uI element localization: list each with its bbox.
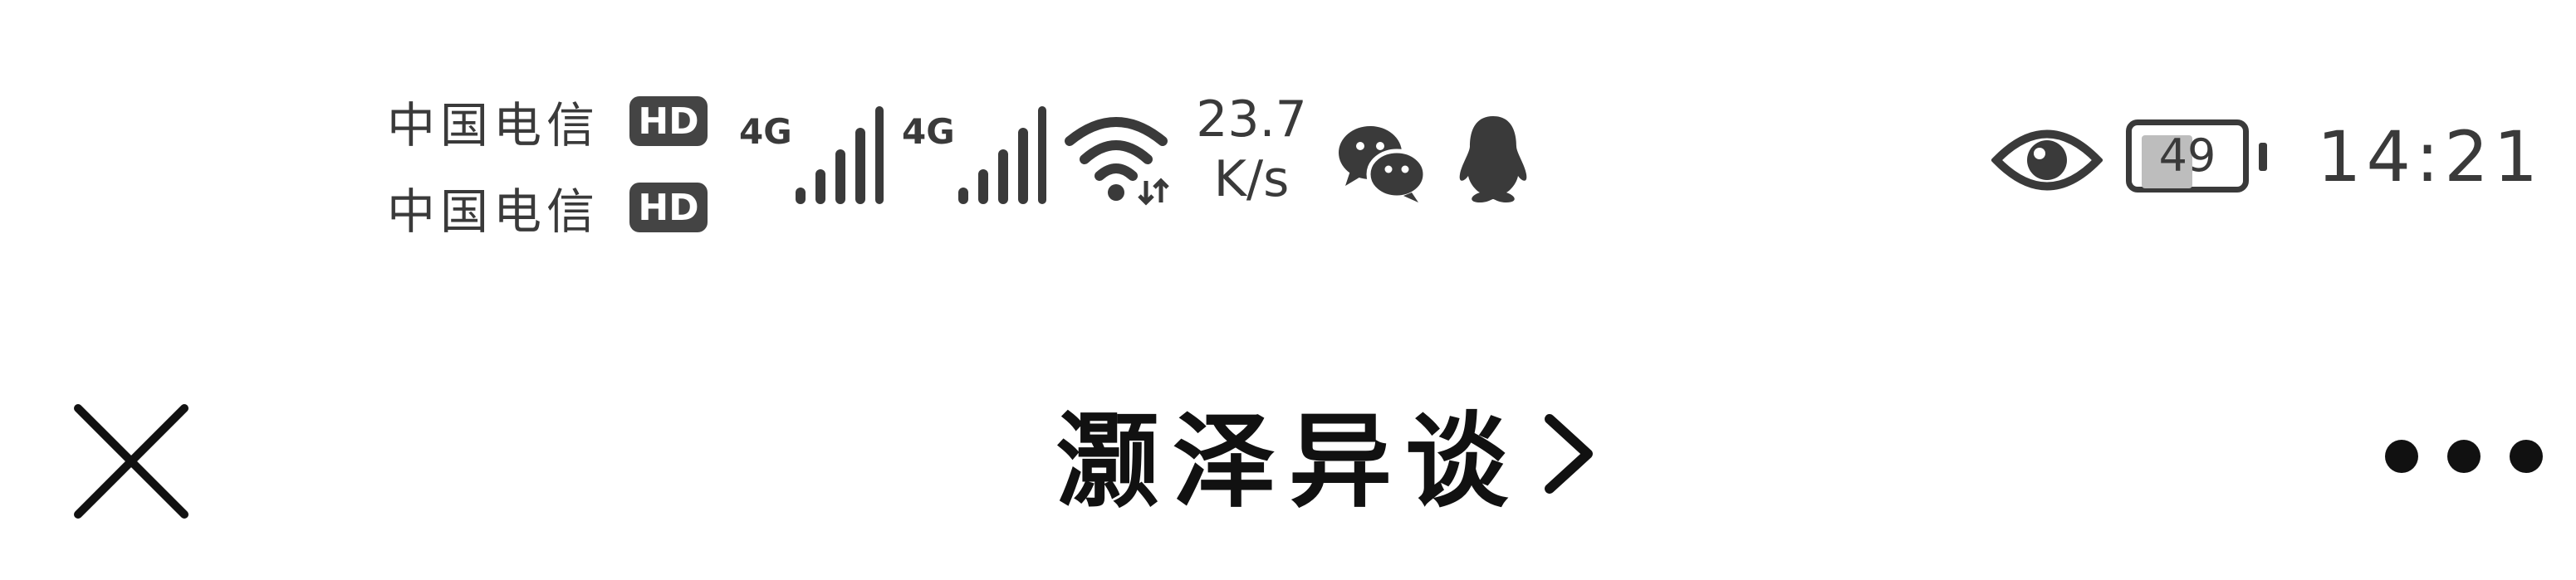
carrier-block: 中国电信 HD 中国电信 HD	[387, 88, 719, 261]
wechat-icon	[1339, 126, 1428, 202]
status-time: 14:21	[2317, 116, 2544, 197]
carrier-name: 中国电信	[387, 183, 600, 240]
carrier-row-2: 中国电信 HD	[387, 174, 719, 241]
more-icon	[2385, 440, 2418, 473]
close-button[interactable]	[71, 402, 191, 521]
battery-level: 49	[2158, 129, 2216, 182]
hd-badge: HD	[629, 183, 708, 232]
title-button[interactable]: 灏泽异谈	[1056, 390, 1598, 522]
hd-badge: HD	[629, 96, 708, 146]
battery-icon: 49	[2126, 119, 2267, 201]
signal-bars-icon	[958, 106, 1046, 204]
carrier-row-1: 中国电信 HD	[387, 88, 719, 154]
network-speed: 23.7 K/s	[1189, 93, 1314, 212]
signal-bars-icon	[796, 106, 884, 204]
chevron-right-icon	[1545, 414, 1594, 494]
more-button[interactable]	[2385, 431, 2543, 481]
eye-icon	[1991, 129, 2103, 191]
carrier-name: 中国电信	[387, 97, 600, 154]
network-speed-value: 23.7	[1196, 90, 1307, 149]
status-bar: 中国电信 HD 中国电信 HD 4G 4G 23.7 K/s 49 14:21	[0, 0, 2576, 274]
network-type-label: 4G	[739, 111, 792, 152]
wifi-icon	[1065, 117, 1169, 206]
qq-icon	[1459, 116, 1527, 202]
close-icon	[74, 404, 189, 519]
page-title: 灏泽异谈	[1056, 402, 1522, 522]
more-icon	[2447, 440, 2481, 473]
nav-bar: 灏泽异谈	[0, 348, 2576, 548]
network-type-label: 4G	[902, 111, 955, 152]
more-icon	[2510, 440, 2543, 473]
battery-cap	[2259, 143, 2267, 171]
network-speed-unit: K/s	[1213, 150, 1290, 208]
screen: 中国电信 HD 中国电信 HD 4G 4G 23.7 K/s 49 14:21 …	[0, 0, 2576, 580]
